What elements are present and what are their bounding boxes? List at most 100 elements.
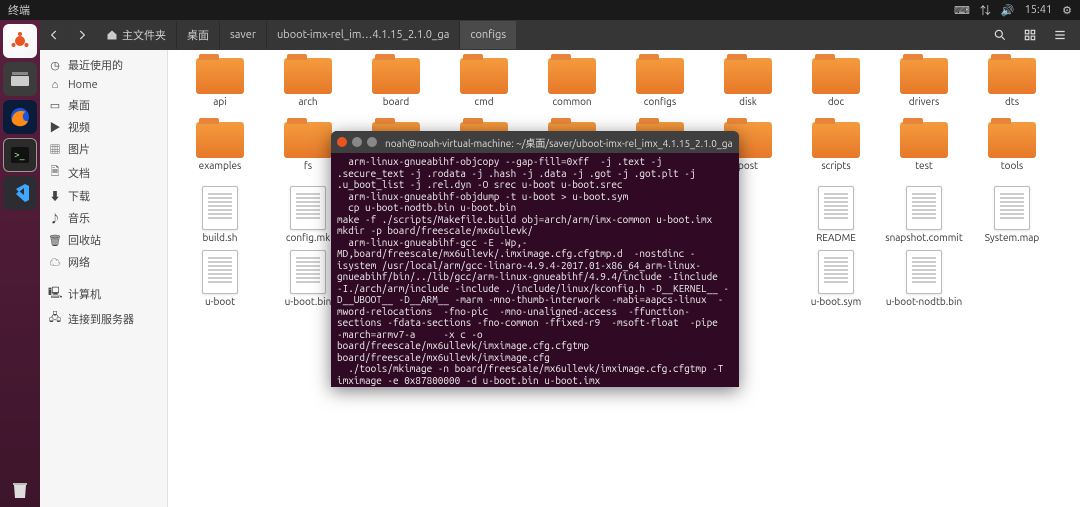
sidebar-item-label: 文档 [68,165,90,181]
terminal-content[interactable]: arm-linux-gnueabihf-objcopy --gap-fill=0… [331,153,739,387]
maximize-icon[interactable] [367,137,377,147]
sidebar-item[interactable]: ⌂ Home [40,76,167,94]
sidebar-item[interactable]: ▶视频 [40,116,167,138]
folder-item[interactable]: arch [264,58,352,122]
file-label: drivers [909,96,940,107]
file-label: u-boot-nodtb.bin [886,296,962,307]
top-panel-indicators[interactable]: ⌨ ⇅ 🔊 15:41 ⚙ [954,2,1072,18]
volume-icon[interactable]: 🔊 [1001,4,1015,17]
folder-icon [988,58,1036,94]
file-label: snapshot.commit [885,232,963,243]
search-icon[interactable] [988,21,1012,49]
folder-icon [812,58,860,94]
file-label: disk [739,96,757,107]
nav-back-button[interactable] [40,21,68,49]
breadcrumb-item[interactable]: uboot-imx-rel_im…4.1.15_2.1.0_ga [267,21,460,49]
file-label: build.sh [203,232,238,243]
folder-item[interactable]: dts [968,58,1056,122]
file-label: README [816,232,856,243]
file-label: configs [644,96,677,107]
sidebar-item[interactable]: 🗎文档 [40,160,167,185]
sidebar-item[interactable]: ♪音乐 [40,207,167,229]
folder-item[interactable]: tools [968,122,1056,186]
file-manager-header: 主文件夹桌面saveruboot-imx-rel_im…4.1.15_2.1.0… [40,20,1080,50]
launcher-firefox-icon[interactable] [3,100,37,134]
launcher: >_ [0,20,40,507]
system-menu-icon[interactable]: ⚙ [1062,4,1072,17]
sidebar-item-label: 最近使用的 [68,57,123,73]
launcher-trash-icon[interactable] [3,473,37,507]
sidebar-item[interactable]: ☁网络 [40,251,167,273]
server-icon: 🖧 [48,309,62,328]
sidebar-item[interactable]: 🗑 回收站 [40,229,167,251]
file-item[interactable]: System.map [968,186,1056,250]
view-grid-icon[interactable] [1018,21,1042,49]
file-label: common [552,96,591,107]
folder-item[interactable]: configs [616,58,704,122]
minimize-icon[interactable] [352,137,362,147]
breadcrumb-label: configs [470,29,506,41]
folder-item[interactable]: board [352,58,440,122]
folder-icon [636,58,684,94]
cpu-icon: 🖳 [48,284,62,303]
file-label: scripts [821,160,850,171]
terminal-window[interactable]: noah@noah-virtual-machine: ~/桌面/saver/ub… [331,131,739,387]
launcher-vscode-icon[interactable] [3,176,37,210]
breadcrumb-item[interactable]: saver [220,21,267,49]
breadcrumb-item[interactable]: 桌面 [177,21,220,49]
hamburger-menu-icon[interactable] [1048,21,1072,49]
nav-forward-button[interactable] [68,21,96,49]
svg-text:>_: >_ [14,149,25,160]
sidebar-item[interactable]: 🖧连接到服务器 [40,306,167,331]
sidebar-item[interactable]: ▦图片 [40,138,167,160]
launcher-files-icon[interactable] [3,62,37,96]
input-method-icon[interactable]: ⌨ [954,4,970,17]
document-icon [290,250,326,294]
folder-icon [196,58,244,94]
sidebar-item-label: 回收站 [68,232,101,248]
breadcrumb-item[interactable]: configs [460,21,516,49]
file-label: System.map [985,232,1039,243]
folder-item[interactable]: disk [704,58,792,122]
sidebar-item[interactable]: 🖳 计算机 [40,281,167,306]
file-item[interactable]: u-boot-nodtb.bin [880,250,968,314]
folder-icon [372,58,420,94]
trash-icon: 🗑 [48,234,62,247]
terminal-titlebar[interactable]: noah@noah-virtual-machine: ~/桌面/saver/ub… [331,131,739,153]
launcher-dash-icon[interactable] [3,24,37,58]
folder-item[interactable]: common [528,58,616,122]
sidebar-item-label: Home [68,79,98,91]
file-item[interactable]: u-boot.sym [792,250,880,314]
file-label: test [915,160,933,171]
folder-item[interactable]: doc [792,58,880,122]
sidebar-item-label: 计算机 [68,286,101,302]
file-label: dts [1005,96,1019,107]
file-label: u-boot.bin [285,296,332,307]
folder-item[interactable]: test [880,122,968,186]
sidebar-item-label: 下载 [68,188,90,204]
folder-item[interactable]: drivers [880,58,968,122]
document-icon [994,186,1030,230]
close-icon[interactable] [337,137,347,147]
clock[interactable]: 15:41 [1025,4,1053,16]
home-icon: ⌂ [48,79,62,91]
document-icon [906,186,942,230]
file-item[interactable]: build.sh [176,186,264,250]
terminal-title-text: noah@noah-virtual-machine: ~/桌面/saver/ub… [385,135,733,150]
sidebar-item[interactable]: ▭桌面 [40,94,167,116]
network-icon[interactable]: ⇅ [980,2,991,18]
folder-item[interactable]: examples [176,122,264,186]
folder-item[interactable]: scripts [792,122,880,186]
file-item[interactable]: README [792,186,880,250]
breadcrumb-item[interactable]: 主文件夹 [96,21,177,49]
folder-item[interactable]: cmd [440,58,528,122]
sidebar-item[interactable]: ◷最近使用的 [40,54,167,76]
file-item[interactable]: snapshot.commit [880,186,968,250]
folder-item[interactable]: api [176,58,264,122]
folder-icon [988,122,1036,158]
image-icon: ▦ [48,141,62,157]
breadcrumb-label: 主文件夹 [122,27,166,43]
file-item[interactable]: u-boot [176,250,264,314]
sidebar-item[interactable]: ⬇下载 [40,185,167,207]
launcher-terminal-icon[interactable]: >_ [3,138,37,172]
